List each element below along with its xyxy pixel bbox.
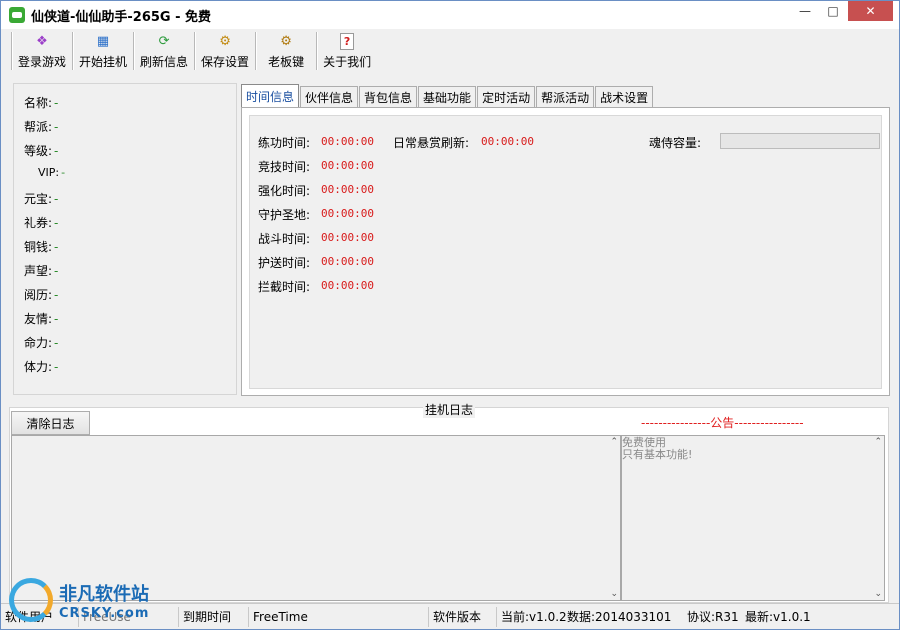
toolbar-separator [194, 32, 196, 70]
watermark-logo-icon [9, 578, 53, 622]
status-latest-version: 最新:v1.0.1 [745, 610, 811, 624]
toolbar-separator [255, 32, 257, 70]
tab-time-info[interactable]: 时间信息 [241, 84, 300, 107]
boss-key-button[interactable]: ⚙ 老板键 [258, 31, 314, 73]
status-current-version: 当前:v1.0.2 [501, 610, 567, 624]
watermark-domain: CRSKY.com [59, 605, 150, 621]
soul-capacity-label: 魂侍容量: [649, 136, 702, 150]
info-row-friendship: 友情: - [24, 312, 59, 326]
refresh-info-button[interactable]: ⟳ 刷新信息 [136, 31, 192, 73]
tab-guild-activities[interactable]: 帮派活动 [536, 86, 595, 107]
info-row-name: 名称: - [24, 96, 59, 110]
status-expire-label: 到期时间 [179, 606, 249, 627]
time-value-battle: 00:00:00 [321, 231, 374, 244]
player-info-panel: 名称: - 帮派: - 等级: - VIP: - 元宝: - 礼券: - 铜钱: - 声望: -… [13, 83, 237, 395]
info-row-yuanbao: 元宝: - [24, 192, 59, 206]
toolbar-separator [133, 32, 135, 70]
refresh-icon: ⟳ [158, 33, 170, 49]
time-value-guard-holyland: 00:00:00 [321, 207, 374, 220]
status-data-version: 数据:2014033101 [567, 610, 672, 624]
start-autoplay-button[interactable]: ▦ 开始挂机 [75, 31, 131, 73]
tab-strip: 时间信息 伙伴信息 背包信息 基础功能 定时活动 帮派活动 战术设置 [241, 84, 654, 108]
info-row-vip: VIP: - [38, 166, 66, 179]
tab-basic-functions[interactable]: 基础功能 [418, 86, 477, 107]
tab-panel-time-info: 练功时间: 00:00:00 竞技时间: 00:00:00 强化时间: 00:0… [241, 107, 890, 396]
info-row-level: 等级: - [24, 144, 59, 158]
daily-refresh-label: 日常悬赏刷新: [393, 136, 470, 150]
info-row-life: 命力: - [24, 336, 59, 350]
window-controls: — □ ✕ [790, 1, 893, 21]
log-title: 挂机日志 [423, 401, 476, 418]
app-logo-icon [9, 7, 25, 23]
watermark: 非凡软件站 CRSKY.com [1, 569, 166, 630]
help-icon: ? [340, 33, 355, 50]
tab-partner-info[interactable]: 伙伴信息 [300, 86, 359, 107]
info-row-guild: 帮派: - [24, 120, 59, 134]
minimize-button[interactable]: — [792, 1, 818, 21]
info-row-coupon: 礼券: - [24, 216, 59, 230]
time-label-battle: 战斗时间: [258, 232, 311, 246]
info-row-copper: 铜钱: - [24, 240, 59, 254]
time-label-intercept: 拦截时间: [258, 280, 311, 294]
tab-timed-activities[interactable]: 定时活动 [477, 86, 536, 107]
watermark-name: 非凡软件站 [59, 583, 149, 605]
app-window: 仙侠道-仙仙助手-265G - 免费 — □ ✕ ❖ 登录游戏 ▦ 开始挂机 ⟳… [0, 0, 900, 630]
tab-tactics-settings[interactable]: 战术设置 [595, 86, 654, 107]
time-value-enhance: 00:00:00 [321, 183, 374, 196]
scroll-up-icon[interactable]: ⌃ [610, 437, 618, 447]
watermark-text: 非凡软件站 CRSKY.com [59, 580, 149, 621]
info-row-experience: 阅历: - [24, 288, 59, 302]
time-label-enhance: 强化时间: [258, 184, 311, 198]
info-row-prestige: 声望: - [24, 264, 59, 278]
toolbar-separator [72, 32, 74, 70]
window-title: 仙侠道-仙仙助手-265G - 免费 [31, 9, 212, 25]
toolbar-separator [11, 32, 12, 70]
time-value-escort: 00:00:00 [321, 255, 374, 268]
scroll-down-icon[interactable]: ⌄ [610, 589, 618, 599]
time-label-guard-holyland: 守护圣地: [258, 208, 311, 222]
scroll-down-icon[interactable]: ⌄ [874, 589, 882, 599]
notice-line: 只有基本功能! [622, 448, 693, 461]
computer-user-icon: ▦ [96, 33, 110, 49]
about-us-button[interactable]: ? 关于我们 [319, 31, 375, 73]
status-expire-value: FreeTime [249, 606, 429, 627]
time-value-arena: 00:00:00 [321, 159, 374, 172]
time-value-intercept: 00:00:00 [321, 279, 374, 292]
info-row-stamina: 体力: - [24, 360, 59, 374]
notice-textarea[interactable]: 免费使用 只有基本功能! ⌃ ⌄ [621, 435, 885, 601]
close-button[interactable]: ✕ [848, 1, 893, 21]
toolbar: ❖ 登录游戏 ▦ 开始挂机 ⟳ 刷新信息 ⚙ 保存设置 ⚙ 老板键 ? 关于我们 [9, 29, 375, 73]
time-label-training: 练功时间: [258, 136, 311, 150]
maximize-button[interactable]: □ [820, 1, 846, 21]
clear-log-button[interactable]: 清除日志 [11, 411, 90, 435]
key-icon: ⚙ [280, 33, 292, 49]
time-label-escort: 护送时间: [258, 256, 311, 270]
time-info-group: 练功时间: 00:00:00 竞技时间: 00:00:00 强化时间: 00:0… [249, 115, 882, 389]
title-bar: 仙侠道-仙仙助手-265G - 免费 — □ ✕ [1, 1, 899, 29]
settings-save-icon: ⚙ [219, 33, 231, 49]
announcement-title: ----------------公告---------------- [641, 416, 804, 430]
soul-capacity-bar [720, 133, 880, 149]
time-label-arena: 竞技时间: [258, 160, 311, 174]
status-protocol: 协议:R31 [687, 610, 739, 624]
tab-backpack-info[interactable]: 背包信息 [359, 86, 418, 107]
save-settings-button[interactable]: ⚙ 保存设置 [197, 31, 253, 73]
gamepad-icon: ❖ [36, 33, 48, 49]
scroll-up-icon[interactable]: ⌃ [874, 437, 882, 447]
status-version-label: 软件版本 [429, 606, 497, 627]
toolbar-separator [316, 32, 318, 70]
time-value-training: 00:00:00 [321, 135, 374, 148]
tab-control: 时间信息 伙伴信息 背包信息 基础功能 定时活动 帮派活动 战术设置 练功时间:… [241, 84, 890, 396]
login-game-button[interactable]: ❖ 登录游戏 [14, 31, 70, 73]
daily-refresh-value: 00:00:00 [481, 135, 534, 148]
